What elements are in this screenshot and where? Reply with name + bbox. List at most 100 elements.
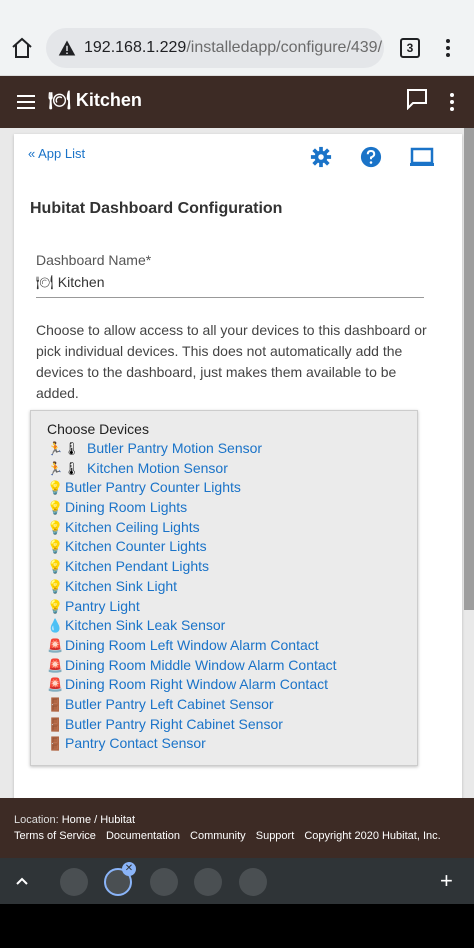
terms-link[interactable]: Terms of Service (14, 830, 96, 842)
documentation-link[interactable]: Documentation (106, 830, 180, 842)
more-options-icon[interactable] (444, 90, 460, 114)
device-type-icon: 🏃🌡 (47, 441, 80, 456)
system-nav-bar (0, 904, 474, 948)
url-host: 192.168.1.229 (84, 39, 187, 56)
tab-favicon-3[interactable] (150, 868, 178, 896)
device-link[interactable]: Kitchen Ceiling Lights (65, 519, 200, 535)
new-tab-icon[interactable]: + (440, 868, 453, 894)
device-list: 🏃🌡 Butler Pantry Motion Sensor 🏃🌡 Kitchen M… (47, 439, 401, 754)
help-text: Choose to allow access to all your devic… (36, 322, 427, 401)
chevron-up-icon[interactable] (12, 872, 32, 890)
location-value: Home / Hubitat (61, 814, 136, 826)
page-scrollbar[interactable] (464, 128, 474, 610)
device-row[interactable]: 🏃🌡 Kitchen Motion Sensor (47, 459, 401, 479)
page-title-text: Kitchen (75, 90, 142, 110)
device-link[interactable]: Pantry Light (65, 598, 140, 614)
home-icon[interactable] (10, 36, 34, 60)
support-link[interactable]: Support (256, 830, 295, 842)
close-tab-icon[interactable]: ✕ (122, 862, 136, 876)
config-heading: Hubitat Dashboard Configuration (30, 200, 283, 217)
dashboard-name-label: Dashboard Name* (36, 252, 152, 268)
tab-favicon-1[interactable] (60, 868, 88, 896)
device-type-icon: 🚪 (47, 716, 64, 732)
browser-tab-strip: ✕ + (0, 858, 474, 904)
device-row[interactable]: 🏃🌡 Butler Pantry Motion Sensor (47, 439, 401, 459)
device-type-icon: 💧 (47, 618, 64, 634)
browser-menu-icon[interactable] (440, 36, 456, 60)
chat-icon[interactable] (406, 88, 428, 110)
device-link[interactable]: Dining Room Right Window Alarm Contact (65, 676, 328, 692)
device-row[interactable]: 💡 Dining Room Lights (47, 498, 401, 518)
device-row[interactable]: 💡 Kitchen Ceiling Lights (47, 518, 401, 538)
dashboard-name-input[interactable]: 🍽 Kitchen (36, 274, 424, 298)
device-type-icon: 💡 (47, 519, 64, 535)
copyright-text: Copyright 2020 Hubitat, Inc. (304, 830, 441, 842)
device-link[interactable]: Pantry Contact Sensor (65, 735, 206, 751)
content-area: « App List Hubitat Dashboard Configurati… (0, 128, 474, 798)
device-type-icon: 💡 (47, 559, 64, 575)
device-link[interactable]: Kitchen Motion Sensor (87, 460, 228, 476)
community-link[interactable]: Community (190, 830, 246, 842)
tab-favicon-5[interactable] (239, 868, 267, 896)
tab-switcher-button[interactable]: 3 (400, 38, 420, 58)
device-type-icon: 💡 (47, 480, 64, 496)
dashboard-name-emoji: 🍽 (36, 274, 54, 290)
device-row[interactable]: 🚨 Dining Room Left Window Alarm Contact (47, 636, 401, 656)
device-row[interactable]: 💡 Kitchen Sink Light (47, 577, 401, 597)
kitchen-emoji: 🍽 (48, 90, 71, 110)
url-path: /installedapp/configure/439/ (186, 39, 383, 56)
device-row[interactable]: 💧 Kitchen Sink Leak Sensor (47, 616, 401, 636)
device-link[interactable]: Dining Room Lights (65, 499, 187, 515)
warning-icon[interactable] (58, 39, 76, 57)
device-type-icon: 💡 (47, 500, 64, 516)
device-type-icon: 🚨 (47, 677, 64, 693)
dashboard-name-field: Dashboard Name* 🍽 Kitchen (36, 252, 424, 298)
tab-favicon-4[interactable] (194, 868, 222, 896)
device-type-icon: 🚨 (47, 637, 64, 653)
device-link[interactable]: Butler Pantry Right Cabinet Sensor (65, 716, 283, 732)
device-link[interactable]: Kitchen Counter Lights (65, 538, 207, 554)
device-type-icon: 💡 (47, 598, 64, 614)
device-link[interactable]: Dining Room Left Window Alarm Contact (65, 637, 319, 653)
gear-icon[interactable] (310, 146, 332, 168)
device-link[interactable]: Kitchen Pendant Lights (65, 558, 209, 574)
device-type-icon: 🚪 (47, 736, 64, 752)
help-icon[interactable] (360, 146, 382, 168)
device-row[interactable]: 🚨 Dining Room Middle Window Alarm Contact (47, 656, 401, 676)
url-text: 192.168.1.229/installedapp/configure/439… (84, 39, 382, 57)
device-link[interactable]: Butler Pantry Left Cabinet Sensor (65, 696, 274, 712)
device-row[interactable]: 🚪 Pantry Contact Sensor (47, 734, 401, 754)
device-link[interactable]: Kitchen Sink Leak Sensor (65, 617, 225, 633)
device-type-icon: 💡 (47, 539, 64, 555)
device-type-icon: 🚨 (47, 657, 64, 673)
device-link[interactable]: Butler Pantry Motion Sensor (87, 440, 262, 456)
dashboard-name-value: Kitchen (57, 274, 105, 290)
tablet-icon[interactable] (410, 146, 434, 168)
device-type-icon: 🚪 (47, 696, 64, 712)
device-type-icon: 💡 (47, 578, 64, 594)
device-row[interactable]: 💡 Kitchen Counter Lights (47, 537, 401, 557)
device-link[interactable]: Dining Room Middle Window Alarm Contact (65, 657, 337, 673)
address-bar[interactable]: 192.168.1.229/installedapp/configure/439… (46, 28, 384, 68)
choose-devices-panel: Choose Devices 🏃🌡 Butler Pantry Motion Se… (30, 410, 418, 766)
device-link[interactable]: Butler Pantry Counter Lights (65, 479, 241, 495)
hamburger-menu-icon[interactable] (16, 92, 36, 112)
device-row[interactable]: 💡 Butler Pantry Counter Lights (47, 478, 401, 498)
app-list-link[interactable]: « App List (28, 146, 85, 161)
choose-devices-label: Choose Devices (47, 421, 149, 437)
device-link[interactable]: Kitchen Sink Light (65, 578, 177, 594)
footer-links: Terms of Service Documentation Community… (14, 830, 448, 842)
page-title: 🍽 Kitchen (48, 90, 142, 111)
device-row[interactable]: 🚨 Dining Room Right Window Alarm Contact (47, 675, 401, 695)
browser-url-bar: 192.168.1.229/installedapp/configure/439… (0, 0, 474, 76)
page-footer: Location: Home / Hubitat Terms of Servic… (0, 798, 474, 858)
device-row[interactable]: 💡 Kitchen Pendant Lights (47, 557, 401, 577)
device-row[interactable]: 🚪 Butler Pantry Left Cabinet Sensor (47, 695, 401, 715)
config-card: « App List Hubitat Dashboard Configurati… (14, 134, 462, 798)
device-row[interactable]: 💡 Pantry Light (47, 597, 401, 617)
app-header: 🍽 Kitchen (0, 76, 474, 128)
device-row[interactable]: 🚪 Butler Pantry Right Cabinet Sensor (47, 715, 401, 735)
device-type-icon: 🏃🌡 (47, 460, 80, 476)
location-label: Location: (14, 814, 59, 826)
footer-location: Location: Home / Hubitat (14, 814, 135, 826)
